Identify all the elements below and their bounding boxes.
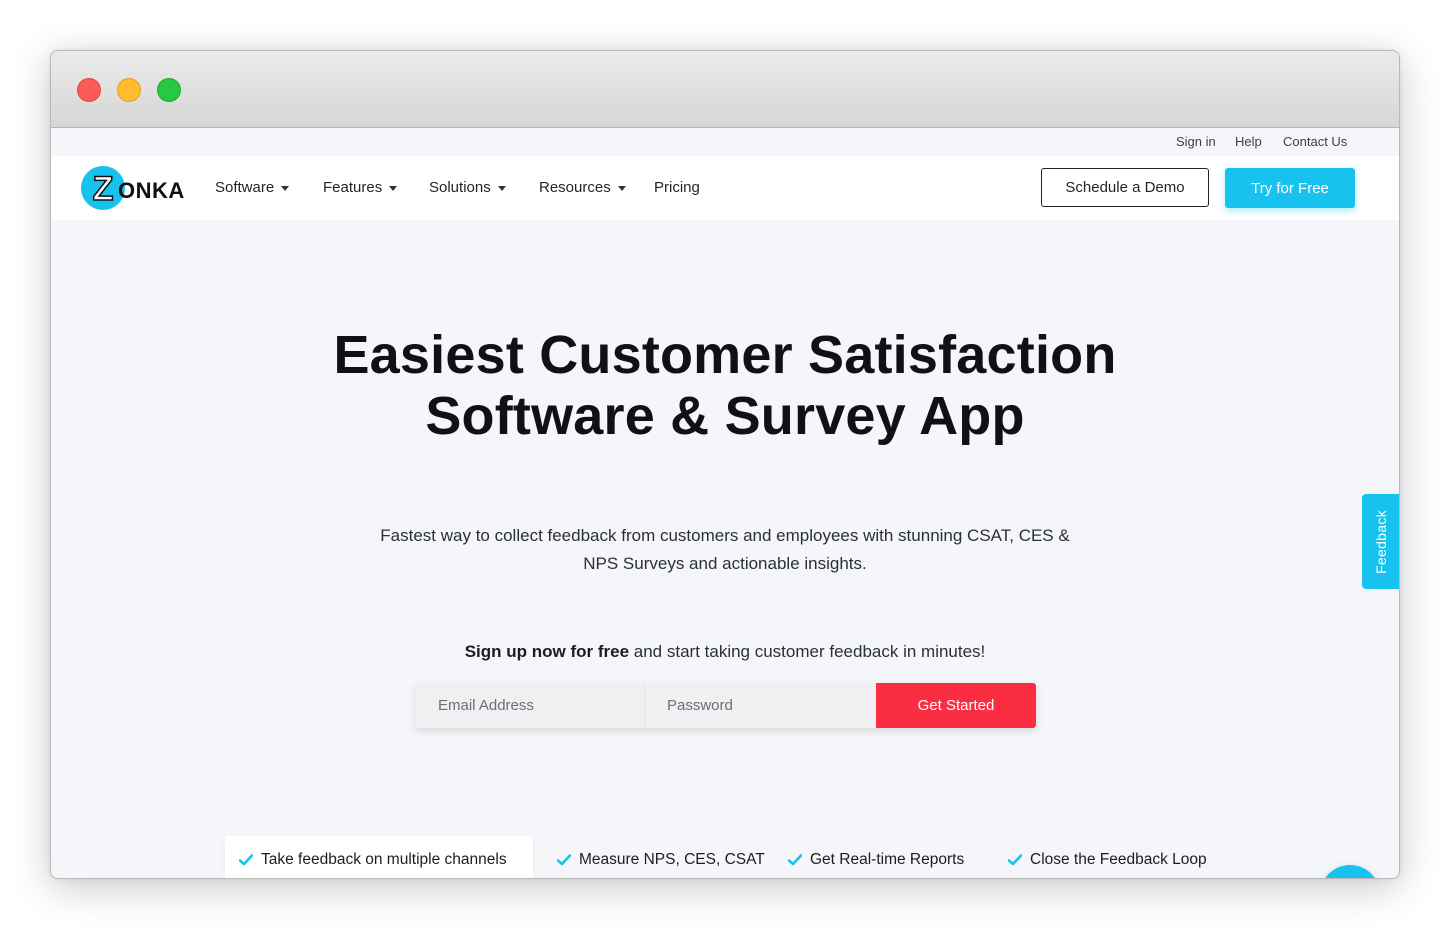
check-icon	[239, 854, 253, 866]
utility-bar: Sign in Help Contact Us	[51, 128, 1399, 156]
hero-subtitle-line-2: NPS Surveys and actionable insights.	[583, 554, 867, 573]
email-field[interactable]	[416, 683, 645, 728]
hero-title-line-2: Software & Survey App	[425, 386, 1025, 446]
hero-title-line-1: Easiest Customer Satisfaction	[333, 325, 1117, 385]
try-for-free-button[interactable]: Try for Free	[1225, 168, 1355, 208]
feature-tab-label: Measure NPS, CES, CSAT	[579, 851, 765, 868]
chevron-down-icon	[617, 185, 626, 191]
signup-prompt: Sign up now for free and start taking cu…	[51, 642, 1399, 662]
chevron-down-icon	[281, 185, 290, 191]
zonka-logo[interactable]: Z ONKA	[81, 165, 191, 211]
feature-tab-label: Take feedback on multiple channels	[261, 851, 507, 868]
hero-title: Easiest Customer Satisfaction Software &…	[51, 325, 1399, 447]
signup-prompt-bold: Sign up now for free	[464, 642, 630, 661]
check-icon	[1008, 854, 1022, 866]
nav-software-label: Software	[215, 179, 275, 196]
window-titlebar	[51, 51, 1399, 128]
minimize-window-button[interactable]	[117, 78, 141, 102]
sign-in-link[interactable]: Sign in	[1176, 134, 1216, 149]
nav-software[interactable]: Software	[215, 179, 290, 196]
help-link[interactable]: Help	[1235, 134, 1262, 149]
logo-wordmark: ONKA	[118, 178, 185, 203]
chat-launcher-button[interactable]	[1320, 865, 1380, 878]
feature-tab-channels[interactable]: Take feedback on multiple channels	[225, 836, 533, 878]
password-field[interactable]	[645, 683, 876, 728]
logo-z-letter: Z	[93, 170, 114, 208]
hero-subtitle-line-1: Fastest way to collect feedback from cus…	[380, 526, 1070, 545]
hero-subtitle: Fastest way to collect feedback from cus…	[345, 522, 1105, 578]
feature-tab-loop[interactable]: Close the Feedback Loop	[1008, 836, 1207, 878]
nav-features-label: Features	[323, 179, 383, 196]
nav-pricing[interactable]: Pricing	[654, 179, 700, 196]
main-navbar: Z ONKA Software Features Solutions Resou…	[51, 156, 1399, 220]
signup-form: Get Started	[416, 683, 1036, 728]
nav-features[interactable]: Features	[323, 179, 398, 196]
feature-tab-measure[interactable]: Measure NPS, CES, CSAT	[557, 836, 765, 878]
close-window-button[interactable]	[77, 78, 101, 102]
maximize-window-button[interactable]	[157, 78, 181, 102]
signup-prompt-rest: and start taking customer feedback in mi…	[629, 642, 986, 661]
feature-tab-reports[interactable]: Get Real-time Reports	[788, 836, 965, 878]
schedule-demo-button[interactable]: Schedule a Demo	[1041, 168, 1209, 207]
contact-us-link[interactable]: Contact Us	[1283, 134, 1347, 149]
get-started-button[interactable]: Get Started	[876, 683, 1036, 728]
feature-tab-label: Close the Feedback Loop	[1030, 851, 1207, 868]
check-icon	[788, 854, 802, 866]
nav-resources-label: Resources	[539, 179, 611, 196]
nav-solutions[interactable]: Solutions	[429, 179, 506, 196]
check-icon	[557, 854, 571, 866]
feedback-side-tab[interactable]: Feedback	[1362, 494, 1399, 589]
chevron-down-icon	[389, 185, 398, 191]
chevron-down-icon	[497, 185, 506, 191]
nav-pricing-label: Pricing	[654, 179, 700, 196]
feedback-tab-label: Feedback	[1373, 509, 1390, 574]
feature-tab-label: Get Real-time Reports	[810, 851, 965, 868]
nav-solutions-label: Solutions	[429, 179, 491, 196]
browser-window: Sign in Help Contact Us Z ONKA Software …	[50, 50, 1400, 879]
web-page: Sign in Help Contact Us Z ONKA Software …	[51, 128, 1399, 878]
nav-resources[interactable]: Resources	[539, 179, 626, 196]
